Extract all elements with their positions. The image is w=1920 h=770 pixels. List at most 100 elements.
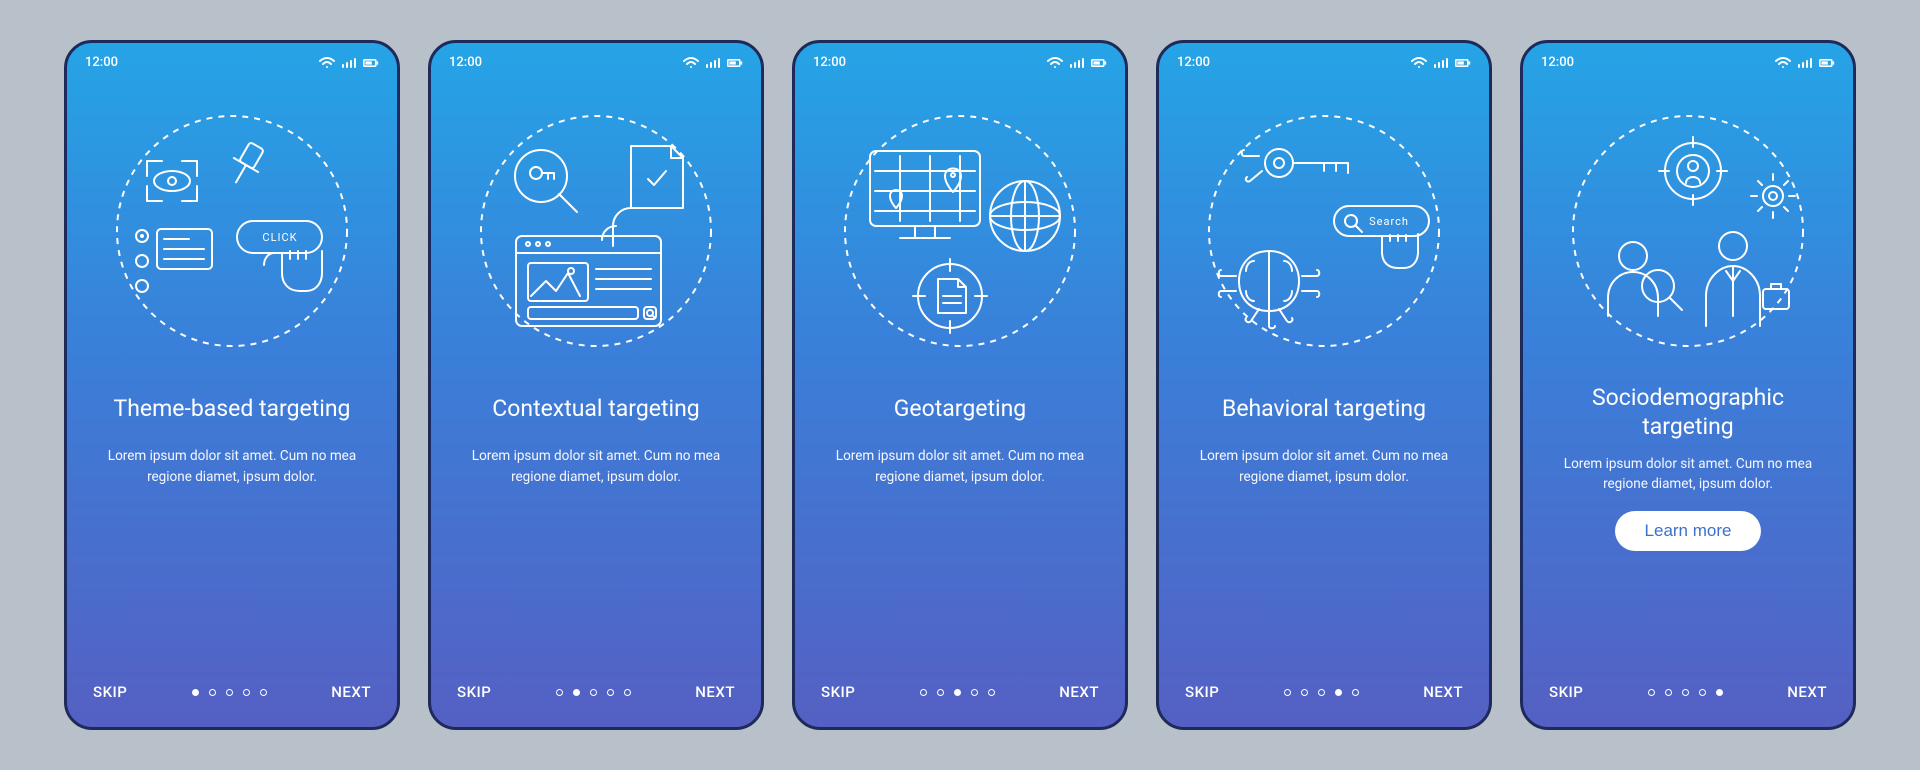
search-label: Search bbox=[1369, 215, 1409, 228]
page-dots bbox=[1284, 689, 1359, 696]
battery-icon bbox=[363, 57, 379, 69]
dot-1[interactable] bbox=[192, 689, 199, 696]
battery-icon bbox=[1819, 57, 1835, 69]
signal-icon bbox=[1797, 57, 1813, 69]
illustration-behavioral: Search bbox=[1159, 96, 1489, 366]
battery-icon bbox=[1091, 57, 1107, 69]
dot-5[interactable] bbox=[1352, 689, 1359, 696]
dot-5[interactable] bbox=[260, 689, 267, 696]
screen-title: Geotargeting bbox=[795, 366, 1125, 446]
page-dots bbox=[1648, 689, 1723, 696]
wifi-icon bbox=[683, 57, 699, 69]
status-time: 12:00 bbox=[1177, 55, 1210, 70]
dot-3[interactable] bbox=[590, 689, 597, 696]
dot-3[interactable] bbox=[954, 689, 961, 696]
status-icons bbox=[319, 57, 379, 69]
status-bar: 12:00 bbox=[431, 43, 761, 76]
status-icons bbox=[1775, 57, 1835, 69]
contextual-icon bbox=[456, 101, 736, 361]
onboarding-screen-1: 12:00 bbox=[64, 40, 400, 730]
illustration-socio bbox=[1523, 96, 1853, 366]
dot-5[interactable] bbox=[988, 689, 995, 696]
screen-body: Lorem ipsum dolor sit amet. Cum no mea r… bbox=[1523, 454, 1853, 496]
skip-button[interactable]: SKIP bbox=[1185, 683, 1219, 701]
illustration-contextual bbox=[431, 96, 761, 366]
dot-4[interactable] bbox=[1699, 689, 1706, 696]
status-bar: 12:00 bbox=[1523, 43, 1853, 76]
wifi-icon bbox=[1047, 57, 1063, 69]
screen-body: Lorem ipsum dolor sit amet. Cum no mea r… bbox=[67, 446, 397, 488]
wifi-icon bbox=[1411, 57, 1427, 69]
dot-3[interactable] bbox=[1682, 689, 1689, 696]
screen-body: Lorem ipsum dolor sit amet. Cum no mea r… bbox=[795, 446, 1125, 488]
dot-2[interactable] bbox=[573, 689, 580, 696]
screen-body: Lorem ipsum dolor sit amet. Cum no mea r… bbox=[431, 446, 761, 488]
onboarding-screens-row: 12:00 bbox=[34, 10, 1886, 760]
geo-icon bbox=[820, 101, 1100, 361]
status-bar: 12:00 bbox=[67, 43, 397, 76]
onboarding-nav: SKIP NEXT bbox=[431, 663, 761, 727]
signal-icon bbox=[341, 57, 357, 69]
dot-2[interactable] bbox=[1665, 689, 1672, 696]
next-button[interactable]: NEXT bbox=[1423, 683, 1463, 701]
status-time: 12:00 bbox=[813, 55, 846, 70]
onboarding-screen-4: 12:00 Search bbox=[1156, 40, 1492, 730]
onboarding-screen-5: 12:00 bbox=[1520, 40, 1856, 730]
status-bar: 12:00 bbox=[1159, 43, 1489, 76]
status-icons bbox=[683, 57, 743, 69]
next-button[interactable]: NEXT bbox=[1787, 683, 1827, 701]
dot-5[interactable] bbox=[624, 689, 631, 696]
learn-more-button[interactable]: Learn more bbox=[1615, 511, 1762, 551]
wifi-icon bbox=[1775, 57, 1791, 69]
click-label: CLICK bbox=[262, 231, 297, 244]
dot-1[interactable] bbox=[556, 689, 563, 696]
wifi-icon bbox=[319, 57, 335, 69]
onboarding-screen-2: 12:00 bbox=[428, 40, 764, 730]
page-dots bbox=[920, 689, 995, 696]
page-dots bbox=[192, 689, 267, 696]
page-dots bbox=[556, 689, 631, 696]
skip-button[interactable]: SKIP bbox=[1549, 683, 1583, 701]
behavioral-icon: Search bbox=[1184, 101, 1464, 361]
screen-title: Sociodemographic targeting bbox=[1523, 366, 1853, 454]
battery-icon bbox=[727, 57, 743, 69]
dot-3[interactable] bbox=[1318, 689, 1325, 696]
next-button[interactable]: NEXT bbox=[331, 683, 371, 701]
screen-title: Contextual targeting bbox=[431, 366, 761, 446]
skip-button[interactable]: SKIP bbox=[821, 683, 855, 701]
status-icons bbox=[1411, 57, 1471, 69]
status-icons bbox=[1047, 57, 1107, 69]
dot-3[interactable] bbox=[226, 689, 233, 696]
screen-title: Behavioral targeting bbox=[1159, 366, 1489, 446]
dot-1[interactable] bbox=[1284, 689, 1291, 696]
dot-2[interactable] bbox=[1301, 689, 1308, 696]
status-time: 12:00 bbox=[1541, 55, 1574, 70]
dot-1[interactable] bbox=[920, 689, 927, 696]
dot-4[interactable] bbox=[243, 689, 250, 696]
dot-1[interactable] bbox=[1648, 689, 1655, 696]
signal-icon bbox=[705, 57, 721, 69]
screen-body: Lorem ipsum dolor sit amet. Cum no mea r… bbox=[1159, 446, 1489, 488]
next-button[interactable]: NEXT bbox=[1059, 683, 1099, 701]
dot-2[interactable] bbox=[937, 689, 944, 696]
onboarding-nav: SKIP NEXT bbox=[1159, 663, 1489, 727]
skip-button[interactable]: SKIP bbox=[93, 683, 127, 701]
screen-title: Theme-based targeting bbox=[67, 366, 397, 446]
dot-4[interactable] bbox=[971, 689, 978, 696]
illustration-geo bbox=[795, 96, 1125, 366]
status-bar: 12:00 bbox=[795, 43, 1125, 76]
onboarding-screen-3: 12:00 bbox=[792, 40, 1128, 730]
dot-4[interactable] bbox=[607, 689, 614, 696]
dot-4[interactable] bbox=[1335, 689, 1342, 696]
illustration-theme: CLICK bbox=[67, 96, 397, 366]
onboarding-nav: SKIP NEXT bbox=[67, 663, 397, 727]
dot-5[interactable] bbox=[1716, 689, 1723, 696]
theme-icon: CLICK bbox=[92, 101, 372, 361]
onboarding-nav: SKIP NEXT bbox=[795, 663, 1125, 727]
signal-icon bbox=[1433, 57, 1449, 69]
dot-2[interactable] bbox=[209, 689, 216, 696]
next-button[interactable]: NEXT bbox=[695, 683, 735, 701]
skip-button[interactable]: SKIP bbox=[457, 683, 491, 701]
onboarding-nav: SKIP NEXT bbox=[1523, 663, 1853, 727]
socio-icon bbox=[1548, 101, 1828, 361]
